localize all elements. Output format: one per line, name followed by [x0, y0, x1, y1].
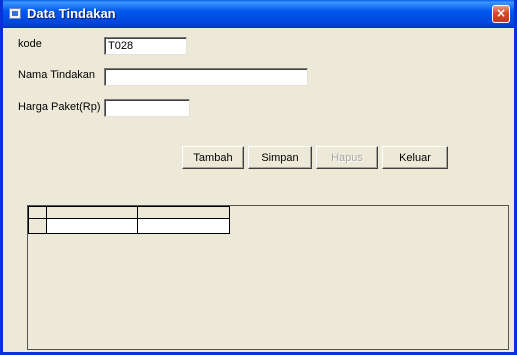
data-tindakan-window: Data Tindakan × kode T028 Nama Tindakan … — [0, 0, 517, 355]
close-button[interactable]: × — [492, 5, 510, 23]
grid-row-header[interactable] — [28, 219, 47, 234]
grid-cell[interactable] — [138, 219, 230, 234]
grid-cell[interactable] — [47, 219, 138, 234]
tambah-button[interactable]: Tambah — [182, 146, 244, 169]
keluar-button[interactable]: Keluar — [382, 146, 448, 169]
title-bar[interactable]: Data Tindakan × — [3, 0, 514, 28]
grid-column-header[interactable] — [138, 206, 230, 219]
kode-label: kode — [18, 38, 42, 50]
harga-paket-field[interactable] — [104, 99, 190, 117]
nama-tindakan-label: Nama Tindakan — [18, 69, 96, 81]
app-form-icon — [9, 8, 21, 19]
nama-tindakan-field[interactable] — [104, 68, 308, 86]
data-grid[interactable] — [27, 205, 509, 350]
grid-column-header[interactable] — [47, 206, 138, 219]
window-title: Data Tindakan — [27, 6, 116, 21]
grid-corner-cell — [28, 206, 47, 219]
simpan-button[interactable]: Simpan — [248, 146, 312, 169]
kode-field[interactable]: T028 — [104, 37, 187, 55]
harga-paket-label: Harga Paket(Rp) — [18, 101, 101, 113]
hapus-button: Hapus — [316, 146, 378, 169]
